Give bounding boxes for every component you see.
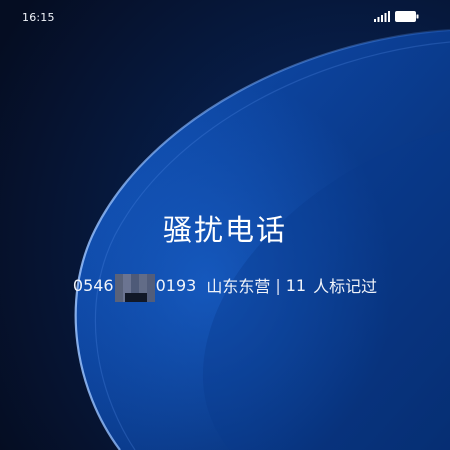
signal-icon [374,11,390,22]
status-bar: 16:15 [0,0,450,34]
status-time: 16:15 [22,11,55,24]
info-separator: | [275,275,281,295]
marked-label: 人标记过 [313,277,378,296]
battery-icon [395,11,419,22]
caller-label: 骚扰电话 [162,213,287,247]
caller-info-line: 0546 0193 山东东营 | 11 人标记过 [0,271,450,302]
phone-number-prefix: 0546 [72,275,114,295]
caller-location: 山东东营 [206,277,271,296]
phone-number-suffix: 0193 [155,275,197,295]
redacted-number-block [114,274,155,302]
marked-count: 11 [285,275,307,295]
incoming-call-screen: 16:15 骚扰电话 0546 0193 山东东营 | 11 人标记过 [0,0,450,450]
